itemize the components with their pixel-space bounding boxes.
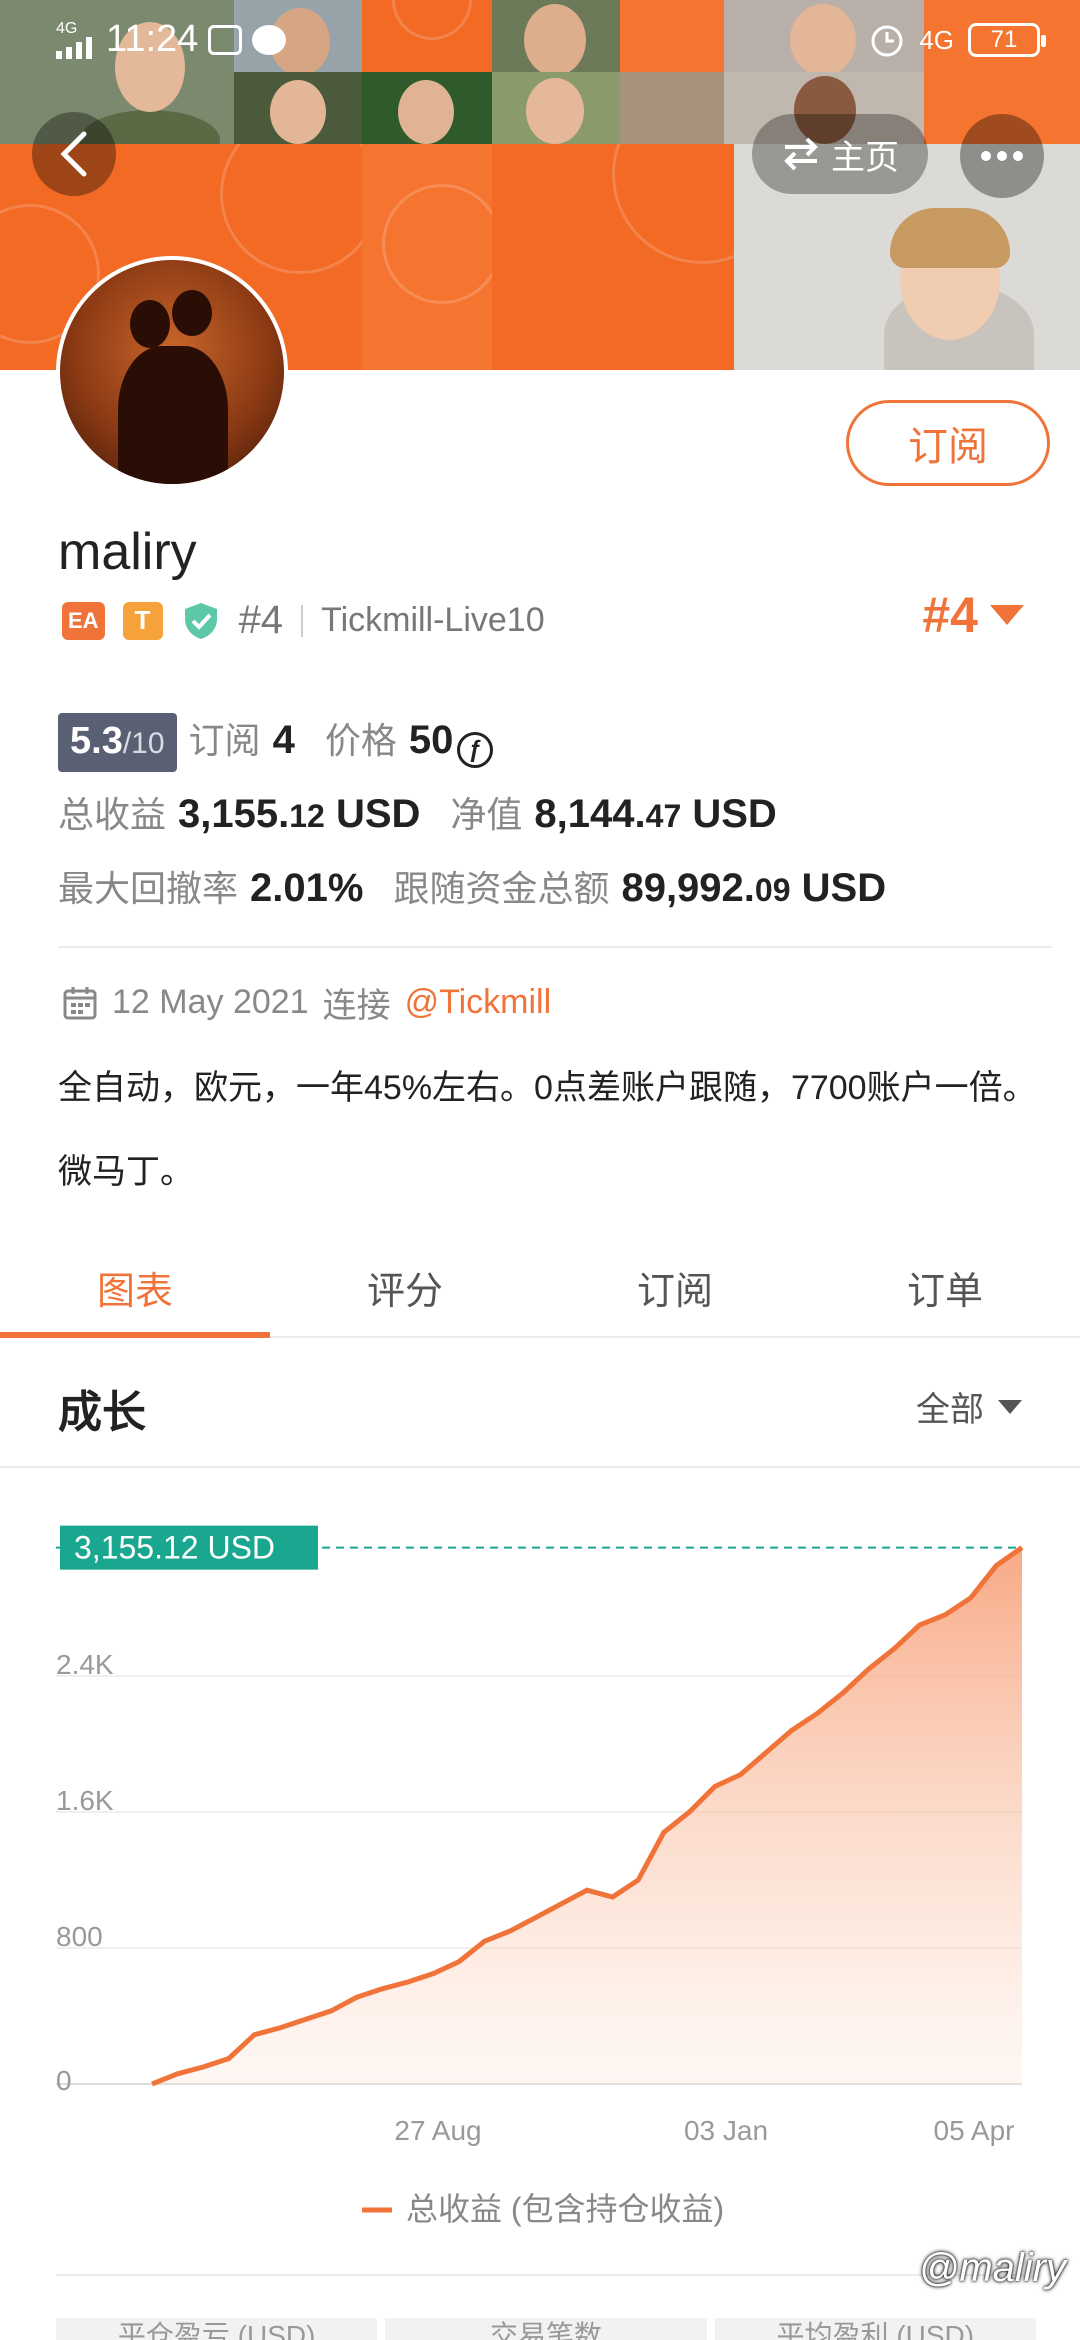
trade-count-label: 交易笔数 (385, 2318, 707, 2340)
drawdown-value: 2.01% (250, 866, 364, 910)
swap-icon (784, 137, 818, 171)
connection-info: 12 May 2021 连接 @Tickmill (62, 978, 551, 1027)
equity-label: 净值 (450, 794, 523, 835)
broker-link[interactable]: @Tickmill (405, 983, 552, 1022)
calendar-icon (63, 986, 97, 1019)
banner-photo (492, 72, 620, 144)
banner-photo (362, 72, 492, 144)
current-value-label: 3,155.12 USD (74, 1530, 275, 1566)
avatar (56, 256, 288, 488)
y-tick-label: 2.4K (56, 1649, 114, 1680)
x-tick-label: 05 Apr (934, 2115, 1015, 2146)
follow-funds-value: 89,992.09 USD (621, 866, 887, 910)
status-time: 11:24 (106, 18, 199, 60)
stats-panel: 5.3/10 订阅 4 价格 50 ƒ 总收益 3,155.12 USD 净值 8… (58, 712, 1038, 934)
broker-name: Tickmill-Live10 (321, 601, 545, 639)
tab-rating[interactable]: 评分 (270, 1238, 540, 1336)
price-value: 50 ƒ (409, 718, 494, 768)
battery-icon: 71 (968, 23, 1046, 57)
score-badge: 5.3/10 (58, 713, 177, 772)
notification-icon (208, 24, 243, 55)
watermark: @maliry (918, 2246, 1066, 2290)
coin-icon: ƒ (457, 732, 494, 768)
range-filter-dropdown[interactable]: 全部 (916, 1382, 1022, 1431)
price-label: 价格 (324, 720, 397, 761)
divider (58, 946, 1052, 948)
x-tick-label: 27 Aug (394, 2115, 481, 2146)
drawdown-label: 最大回撤率 (58, 868, 239, 909)
subscribe-count: 4 (272, 718, 295, 762)
ea-badge: EA (62, 601, 105, 640)
badge-row: EA T #4 Tickmill-Live10 (62, 598, 545, 643)
message-icon (252, 24, 287, 55)
signal-icon: 4G (56, 20, 96, 59)
x-tick-label: 03 Jan (684, 2115, 768, 2146)
total-profit-value: 3,155.12 USD (178, 792, 421, 836)
subscribe-button[interactable]: 订阅 (846, 400, 1050, 486)
y-tick-label: 1.6K (56, 1785, 114, 1816)
t-badge: T (122, 601, 163, 640)
chart-area (152, 1547, 1022, 2084)
caret-down-icon (990, 605, 1024, 625)
more-options-button[interactable] (960, 114, 1044, 198)
banner-photo (234, 72, 362, 144)
section-title: 成长 (58, 1388, 146, 1437)
total-profit-label: 总收益 (58, 794, 167, 835)
filter-label: 全部 (916, 1391, 984, 1429)
tab-bar: 图表 评分 订阅 订单 (0, 1238, 1080, 1338)
summary-labels: 平仓盈亏 (USD) 交易笔数 平均盈利 (USD) (56, 2318, 1036, 2340)
more-dots-icon (981, 151, 991, 161)
legend-label: 总收益 (包含持仓收益) (406, 2191, 724, 2227)
home-button[interactable]: 主页 (752, 114, 928, 194)
tab-orders[interactable]: 订单 (810, 1238, 1080, 1336)
follow-funds-label: 跟随资金总额 (393, 868, 610, 909)
chevron-left-icon (60, 131, 87, 177)
home-label: 主页 (831, 138, 899, 177)
alarm-icon (871, 25, 903, 57)
banner-tile (362, 144, 492, 370)
connection-label: 连接 (322, 987, 391, 1025)
closed-pnl-label: 平仓盈亏 (USD) (56, 2318, 378, 2340)
tab-chart[interactable]: 图表 (0, 1238, 270, 1338)
banner-tile (492, 144, 734, 370)
tab-subscribe[interactable]: 订阅 (540, 1238, 810, 1336)
connection-date: 12 May 2021 (112, 983, 309, 1021)
equity-value: 8,144.47 USD (534, 792, 777, 836)
banner-photo (620, 72, 724, 144)
strategy-description: 全自动，欧元，一年45%左右。0点差账户跟随，7700账户一倍。微马丁。 (58, 1069, 1037, 1191)
username: maliry (58, 523, 197, 581)
y-tick-label: 0 (56, 2065, 72, 2096)
growth-chart: 0 800 1.6K 2.4K 3,155.12 USD 27 Aug 03 Jan 05 A… (56, 1525, 1024, 2227)
caret-down-icon (998, 1399, 1022, 1414)
rank-dropdown[interactable]: #4 (922, 586, 1024, 644)
rank-label: #4 (238, 598, 284, 642)
growth-header: 成长 全部 (0, 1340, 1080, 1468)
rank-value: #4 (922, 587, 978, 643)
subscribe-count-label: 订阅 (188, 720, 261, 761)
divider (56, 2274, 1024, 2276)
divider (301, 604, 304, 637)
verified-shield-icon (184, 602, 217, 639)
back-button[interactable] (32, 112, 116, 196)
y-tick-label: 800 (56, 1921, 103, 1952)
status-bar: 4G 11:24 4G 71 (0, 0, 1080, 80)
avg-profit-label: 平均盈利 (USD) (714, 2318, 1036, 2340)
network-indicator: 4G (919, 24, 954, 55)
